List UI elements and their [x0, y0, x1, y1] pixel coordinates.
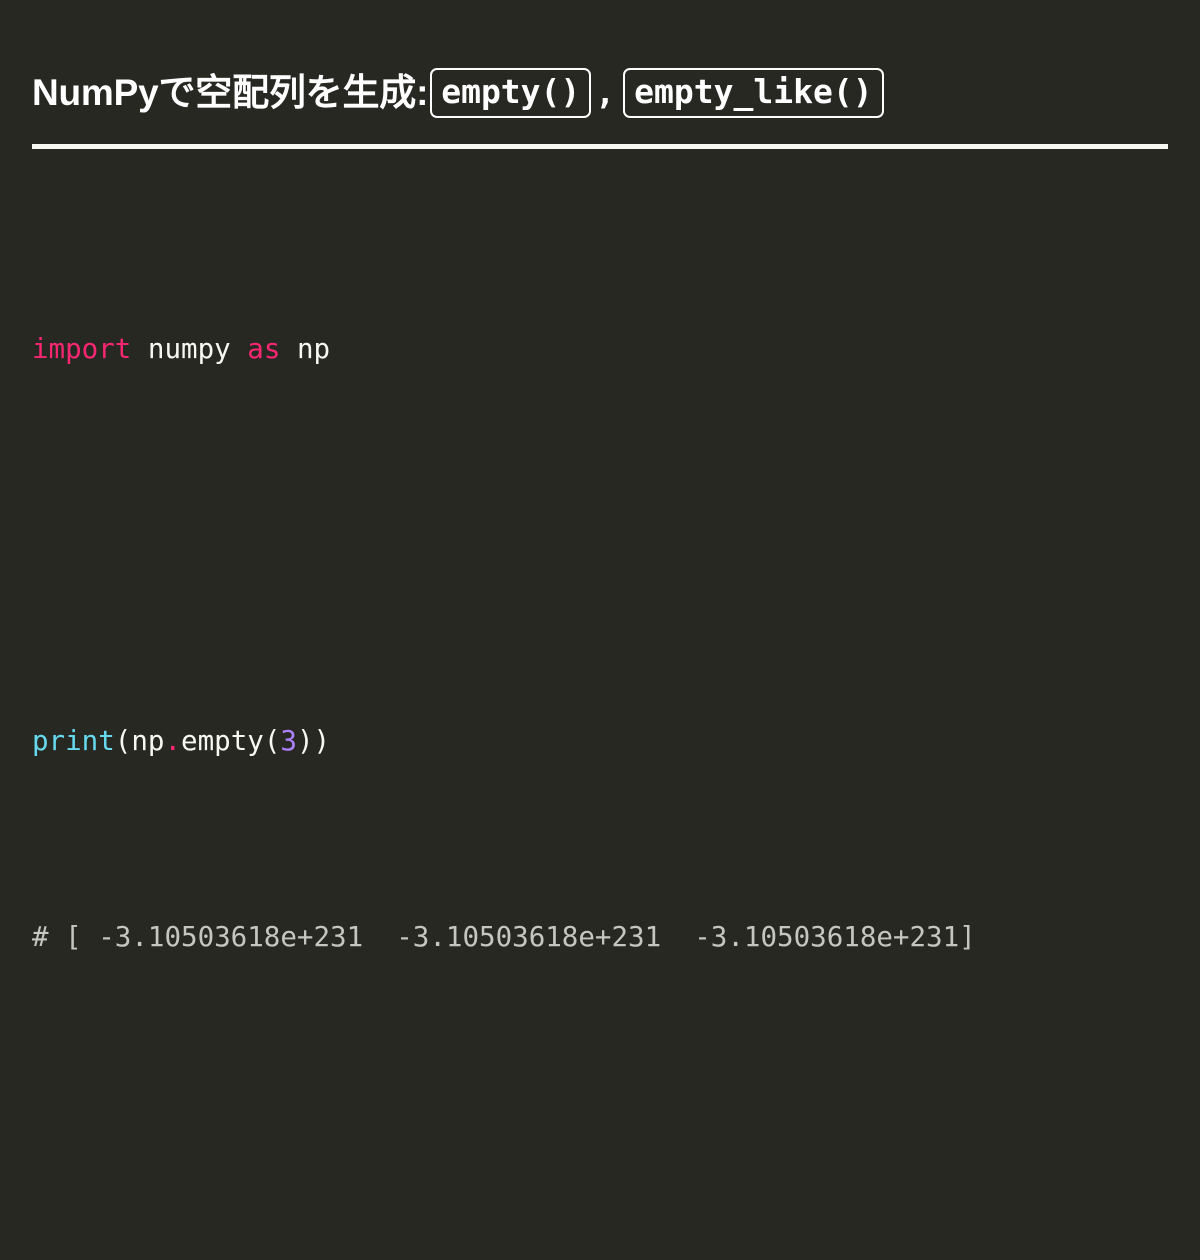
title-code-badge-empty-like: empty_like()	[623, 68, 884, 118]
code-line-output-1d: # [ -3.10503618e+231 -3.10503618e+231 -3…	[32, 913, 1184, 962]
code-block: import numpy as np print(np.empty(3)) # …	[32, 178, 1184, 1260]
token-paren-open: (	[114, 725, 132, 757]
code-line-import: import numpy as np	[32, 325, 1184, 374]
code-snippet-card: NumPyで空配列を生成: empty() , empty_like() imp…	[0, 0, 1200, 953]
title-divider	[32, 144, 1168, 149]
title-separator: ,	[595, 73, 616, 112]
token-alias-np: np	[296, 333, 331, 365]
title-code-badge-empty: empty()	[430, 68, 592, 118]
token-comment-output: # [ -3.10503618e+231 -3.10503618e+231 -3…	[32, 921, 976, 953]
title-prefix-text: NumPyで空配列を生成:	[32, 72, 429, 113]
code-line-print-empty-3: print(np.empty(3))	[32, 717, 1184, 766]
token-paren-open-inner: (	[263, 725, 281, 757]
page-title: NumPyで空配列を生成: empty() , empty_like()	[32, 68, 1168, 118]
token-method-empty: empty	[181, 725, 264, 757]
token-number-3: 3	[280, 725, 297, 757]
token-object-np: np	[131, 725, 165, 757]
token-module-numpy: numpy	[147, 333, 231, 365]
token-dot: .	[164, 725, 182, 757]
token-keyword-import: import	[32, 333, 132, 365]
token-keyword-as: as	[247, 333, 281, 365]
token-function-print: print	[32, 725, 115, 757]
token-paren-close: ))	[296, 725, 331, 757]
